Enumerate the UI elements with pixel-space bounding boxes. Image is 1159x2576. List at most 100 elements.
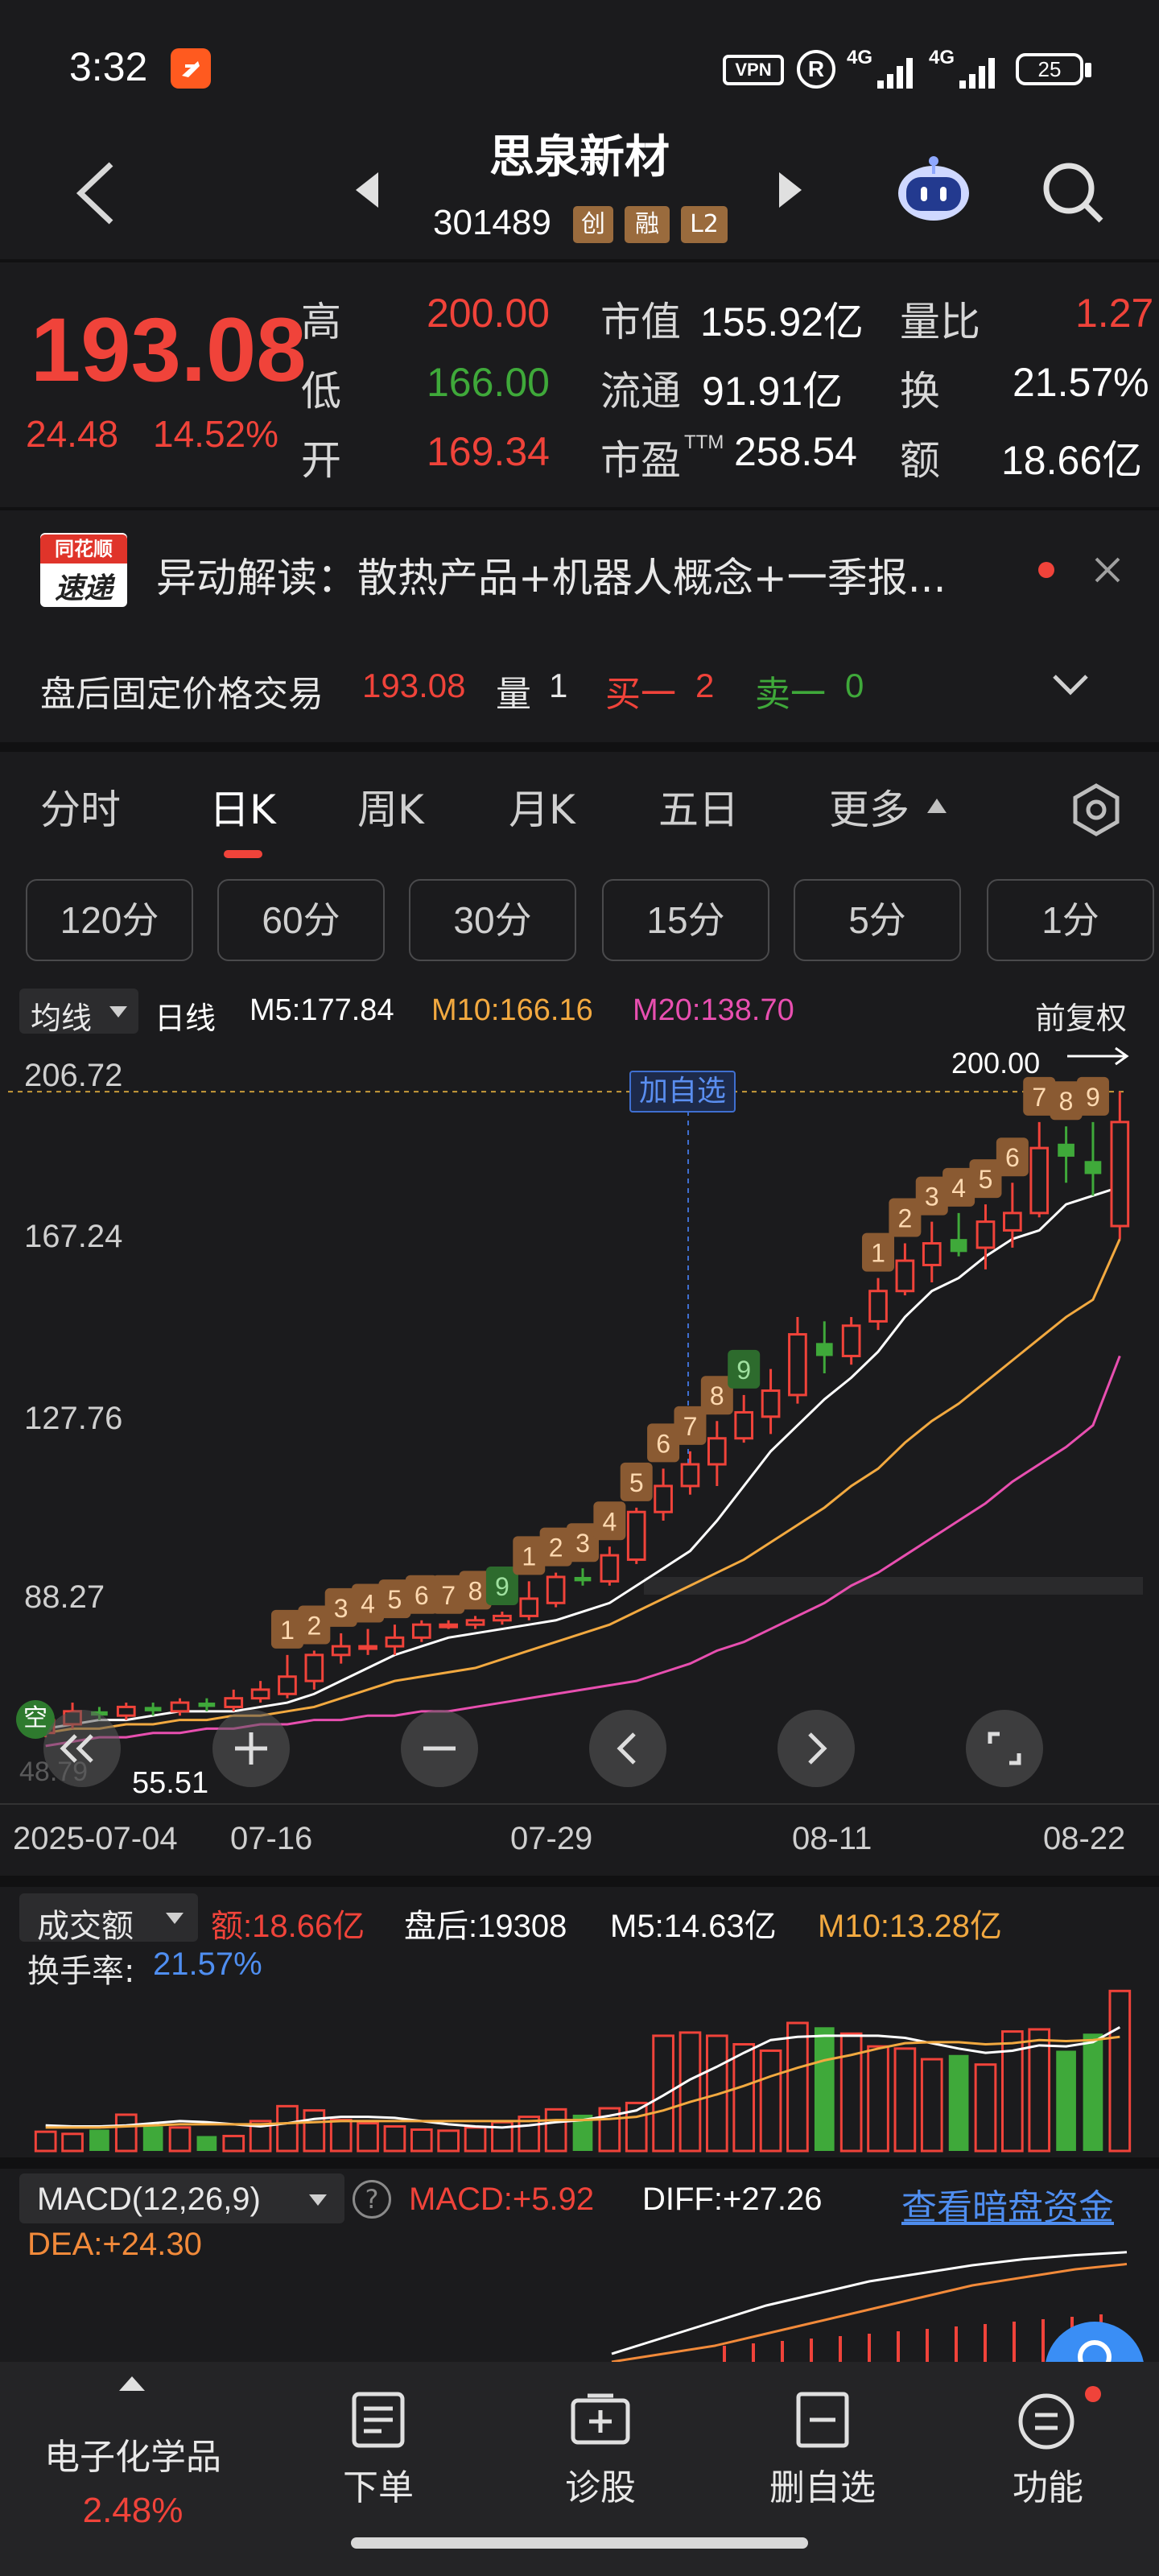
remove-watch-icon[interactable]	[794, 2391, 852, 2449]
buy1-value: 2	[695, 667, 715, 704]
tab-daily-k[interactable]: 日K	[209, 778, 276, 836]
x-axis-line	[0, 1803, 1159, 1805]
candle-body	[707, 1437, 727, 1466]
td-signal-badge: 1	[862, 1232, 895, 1272]
news-bar[interactable]: 同花顺 速递 异动解读：散热产品+机器人概念+一季报...	[0, 510, 1159, 628]
expand-up-icon[interactable]	[118, 2375, 146, 2392]
volume-bar	[732, 2043, 756, 2153]
volume-bar	[920, 2058, 943, 2153]
order-icon[interactable]	[349, 2391, 407, 2449]
tab-monthly-k[interactable]: 月K	[509, 778, 575, 836]
scroll-left-fast-icon[interactable]	[43, 1710, 121, 1787]
low-marker: 55.51	[132, 1766, 209, 1800]
candle-body	[331, 1645, 351, 1657]
next-stock-icon[interactable]	[774, 166, 806, 214]
volume-bar	[61, 2132, 84, 2153]
svg-text:8: 8	[468, 1576, 483, 1605]
volume-divider	[0, 2157, 1159, 2169]
btn-1min[interactable]: 1分	[987, 879, 1154, 961]
btn-30min[interactable]: 30分	[409, 879, 576, 961]
diagnose-icon[interactable]	[570, 2391, 631, 2449]
news-text: 异动解读：散热产品+机器人概念+一季报...	[156, 555, 947, 601]
stock-code: 301489	[433, 203, 551, 242]
candle-body	[841, 1324, 861, 1357]
scroll-left-icon[interactable]	[589, 1710, 666, 1787]
settings-icon[interactable]	[1067, 781, 1125, 839]
low-label: 低	[301, 368, 341, 415]
tab-weekly-k[interactable]: 周K	[357, 778, 424, 836]
ma5-value: M5:177.84	[250, 993, 394, 1027]
volume-chart[interactable]	[0, 1932, 1159, 2157]
after-hours-vol-label: 量	[496, 674, 531, 715]
td-signal-badge: 9	[1076, 1076, 1109, 1116]
scroll-right-icon[interactable]	[777, 1710, 855, 1787]
low-value: 166.00	[427, 360, 550, 405]
amount-value: 18.66亿	[1001, 438, 1143, 483]
sector-name[interactable]: 电子化学品	[32, 2428, 233, 2479]
functions-icon[interactable]	[1016, 2391, 1077, 2452]
home-indicator	[351, 2537, 808, 2549]
ma-select[interactable]: 均线	[19, 989, 138, 1036]
order-label[interactable]: 下单	[306, 2458, 451, 2510]
tab-fenshi[interactable]: 分时	[40, 778, 121, 836]
active-tab-indicator	[224, 850, 262, 858]
candle-body	[600, 1554, 620, 1583]
pe-label: 市盈	[600, 437, 681, 484]
ma20-value: M20:138.70	[633, 993, 794, 1027]
volume-bar	[114, 2113, 138, 2153]
float-value: 91.91亿	[702, 369, 843, 414]
zoom-out-icon[interactable]	[401, 1710, 478, 1787]
after-hours-row[interactable]: 盘后固定价格交易 193.08 量 1 买一 2 卖一 0	[0, 631, 1159, 742]
btn-60min[interactable]: 60分	[217, 879, 385, 961]
candle-body	[546, 1575, 566, 1604]
btn-5min[interactable]: 5分	[794, 879, 961, 961]
search-icon[interactable]	[1038, 158, 1106, 225]
ai-robot-icon[interactable]	[895, 150, 972, 227]
turnover-label: 换	[900, 368, 940, 415]
tab-five-day[interactable]: 五日	[658, 778, 739, 836]
svg-text:1: 1	[871, 1239, 885, 1268]
candle-body	[224, 1697, 244, 1708]
price-band	[644, 1576, 1143, 1595]
volume-bar	[222, 2134, 245, 2153]
svg-text:9: 9	[736, 1356, 751, 1385]
svg-text:1: 1	[280, 1616, 295, 1645]
volume-bar	[678, 2031, 702, 2153]
add-watch-marker[interactable]: 加自选	[629, 1071, 736, 1113]
price-adjust-select[interactable]: 前复权	[1035, 993, 1127, 1038]
volume-bar	[410, 2128, 433, 2153]
high-arrow	[1067, 1046, 1129, 1066]
section-divider	[0, 742, 1159, 752]
macd-chart	[611, 2251, 1128, 2362]
diagnose-label[interactable]: 诊股	[528, 2458, 673, 2510]
btn-15min[interactable]: 15分	[602, 879, 769, 961]
battery-tip	[1085, 63, 1091, 77]
buy1-label: 买一	[605, 674, 676, 715]
svg-text:6: 6	[415, 1581, 429, 1610]
chevron-down-icon[interactable]	[1050, 668, 1091, 700]
candle-body	[950, 1239, 967, 1253]
candle-body	[493, 1614, 512, 1622]
mktcap-label: 市值	[600, 299, 681, 345]
x-tick-4: 08-11	[792, 1821, 872, 1856]
stock-name: 思泉新材	[489, 131, 670, 184]
volume-bar	[34, 2130, 57, 2153]
close-icon[interactable]	[1091, 554, 1124, 586]
volume-bar	[814, 2027, 835, 2151]
fullscreen-icon[interactable]	[966, 1710, 1043, 1787]
svg-text:7: 7	[441, 1581, 456, 1610]
volume-bar	[168, 2126, 192, 2153]
remove-watch-label[interactable]: 删自选	[750, 2458, 895, 2510]
svg-text:2: 2	[307, 1611, 321, 1640]
tag-chuang: 创	[573, 206, 613, 243]
price-change-pct: 14.52%	[153, 413, 279, 455]
functions-label[interactable]: 功能	[975, 2458, 1120, 2510]
tag-l2: L2	[681, 206, 728, 243]
ma-line-m10	[45, 1238, 1121, 1735]
kline-chart[interactable]: 1 23 4 5 6 7 8 91 2 3456789123 4 567 8 9	[0, 1038, 1159, 1803]
btn-120min[interactable]: 120分	[26, 879, 193, 961]
tab-more[interactable]: 更多	[829, 778, 909, 836]
volume-bar	[786, 2021, 809, 2153]
signal-icon-2	[959, 56, 996, 89]
zoom-in-icon[interactable]	[212, 1710, 290, 1787]
